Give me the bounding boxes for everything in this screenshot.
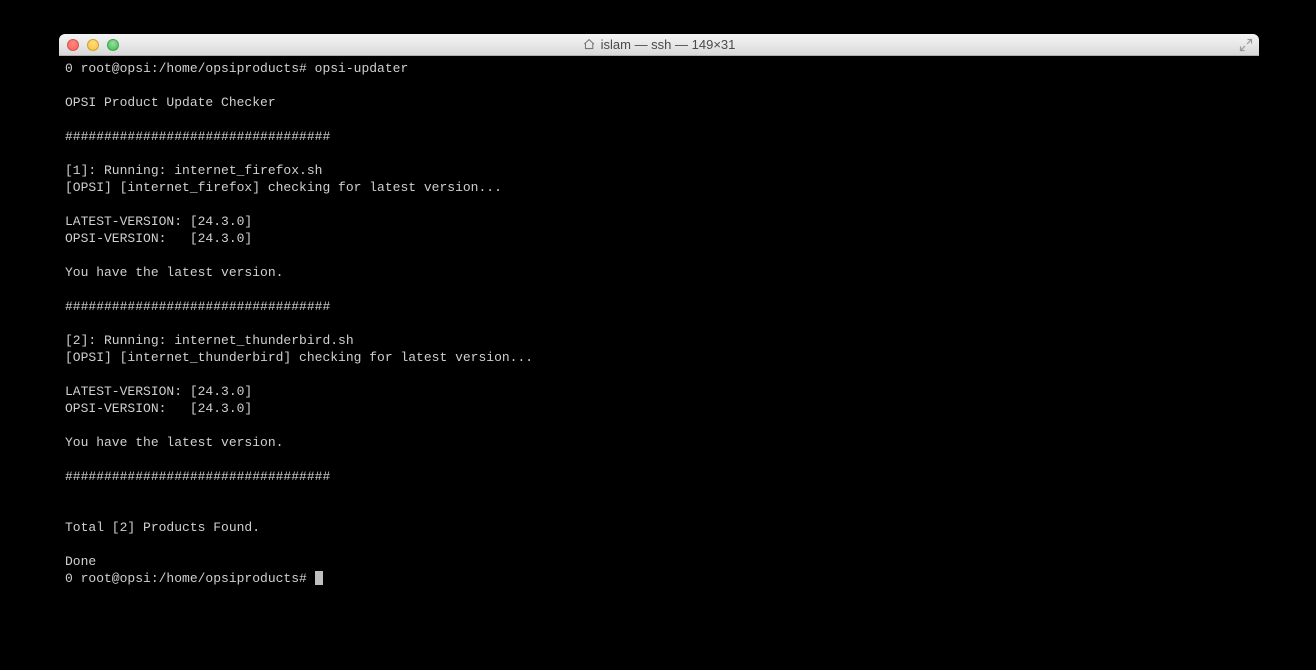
minimize-button[interactable]: [87, 39, 99, 51]
terminal-line: Done: [65, 554, 96, 569]
terminal-line: You have the latest version.: [65, 265, 283, 280]
terminal-line: Total [2] Products Found.: [65, 520, 260, 535]
titlebar[interactable]: islam — ssh — 149×31: [59, 34, 1259, 56]
terminal-line: [OPSI] [internet_firefox] checking for l…: [65, 180, 502, 195]
terminal-output[interactable]: 0 root@opsi:/home/opsiproducts# opsi-upd…: [59, 56, 1259, 634]
terminal-line: LATEST-VERSION: [24.3.0]: [65, 384, 252, 399]
cursor: [315, 571, 323, 585]
fullscreen-icon[interactable]: [1239, 38, 1253, 52]
terminal-line: ##################################: [65, 129, 330, 144]
terminal-line: ##################################: [65, 299, 330, 314]
terminal-line: 0 root@opsi:/home/opsiproducts# opsi-upd…: [65, 61, 408, 76]
traffic-lights: [67, 39, 119, 51]
terminal-line: You have the latest version.: [65, 435, 283, 450]
close-button[interactable]: [67, 39, 79, 51]
terminal-line: 0 root@opsi:/home/opsiproducts#: [65, 571, 315, 586]
terminal-window: islam — ssh — 149×31 0 root@opsi:/home/o…: [59, 34, 1259, 634]
terminal-line: OPSI-VERSION: [24.3.0]: [65, 401, 252, 416]
terminal-line: ##################################: [65, 469, 330, 484]
maximize-button[interactable]: [107, 39, 119, 51]
window-title-text: islam — ssh — 149×31: [601, 37, 736, 52]
terminal-line: [2]: Running: internet_thunderbird.sh: [65, 333, 354, 348]
terminal-line: [1]: Running: internet_firefox.sh: [65, 163, 322, 178]
terminal-line: [OPSI] [internet_thunderbird] checking f…: [65, 350, 533, 365]
terminal-line: LATEST-VERSION: [24.3.0]: [65, 214, 252, 229]
home-icon: [583, 38, 596, 51]
window-title: islam — ssh — 149×31: [583, 37, 736, 52]
terminal-line: OPSI-VERSION: [24.3.0]: [65, 231, 252, 246]
terminal-line: OPSI Product Update Checker: [65, 95, 276, 110]
